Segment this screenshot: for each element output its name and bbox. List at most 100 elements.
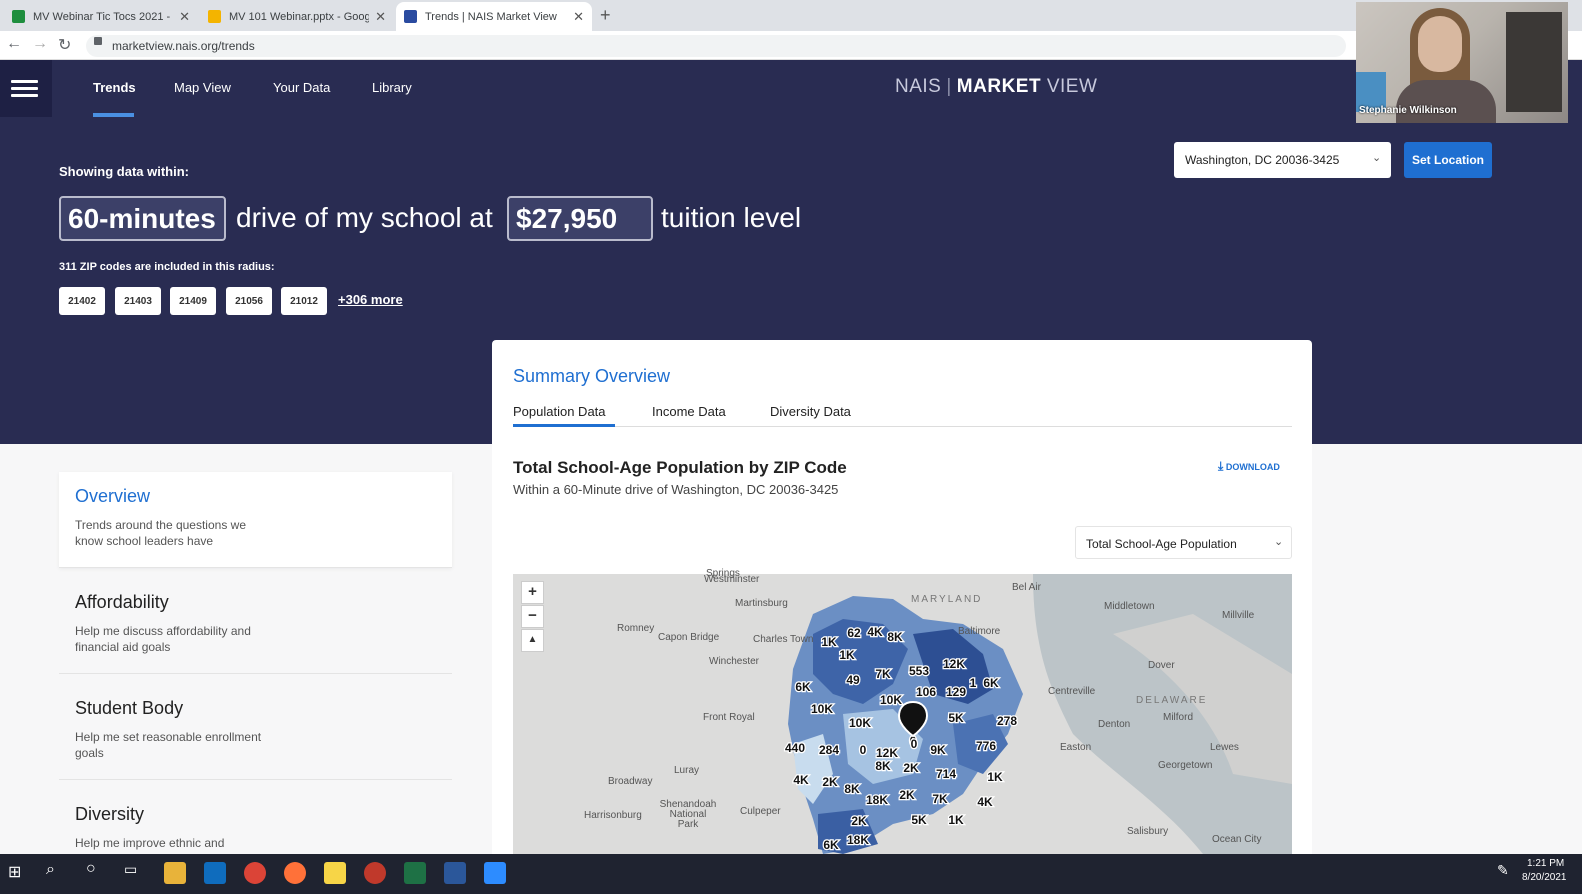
showing-label: Showing data within:	[59, 164, 189, 179]
windows-start-icon[interactable]: ⊞	[8, 862, 21, 882]
zip-count: 311 ZIP codes are included in this radiu…	[59, 261, 275, 273]
close-icon[interactable]: ✕	[179, 9, 190, 25]
back-icon[interactable]: ←	[6, 35, 22, 53]
tab-divider	[513, 426, 1292, 427]
download-label: DOWNLOAD	[1225, 462, 1280, 472]
firefox-icon[interactable]	[284, 862, 306, 884]
sidebar-item-student-body[interactable]: Student Body Help me set reasonable enro…	[59, 684, 452, 780]
zip-value-label: 8K	[887, 630, 903, 644]
sidebar-item-title: Student Body	[75, 698, 184, 718]
tuition-input[interactable]: $27,950	[507, 196, 653, 241]
reset-north-button[interactable]: ▲	[521, 629, 544, 652]
zip-value-label: 1K	[839, 648, 855, 662]
outlook-icon[interactable]	[204, 862, 226, 884]
cortana-icon[interactable]: ○	[86, 860, 96, 878]
tab-title: MV Webinar Tic Tocs 2021 - Goo	[33, 10, 173, 23]
chevron-down-icon: ⌄	[1372, 152, 1382, 164]
zip-chip: 21409	[170, 287, 216, 315]
forward-icon[interactable]: →	[32, 35, 48, 53]
place-label: Centreville	[1048, 686, 1096, 697]
reload-icon[interactable]: ↻	[58, 35, 71, 55]
zip-value-label: 106	[916, 685, 936, 699]
place-label: Salisbury	[1127, 826, 1169, 837]
sidebar-item-overview[interactable]: Overview Trends around the questions we …	[59, 472, 452, 568]
location-select[interactable]: Washington, DC 20036-3425	[1174, 142, 1391, 178]
tab-population-data[interactable]: Population Data	[513, 404, 606, 419]
hamburger-icon-bar	[11, 94, 38, 97]
download-button[interactable]: ⤓ DOWNLOAD	[1218, 459, 1280, 474]
place-label: Front Royal	[703, 712, 755, 723]
zoom-out-button[interactable]: −	[521, 605, 544, 628]
search-icon[interactable]: ⌕	[46, 861, 55, 879]
pen-icon[interactable]: ✎	[1497, 862, 1509, 879]
browser-tab-sheets[interactable]: MV Webinar Tic Tocs 2021 - Goo ✕	[4, 2, 198, 31]
metric-select[interactable]: Total School-Age Population	[1075, 526, 1292, 559]
zip-value-label: 49	[846, 673, 860, 687]
place-label: Bel Air	[1012, 582, 1041, 593]
nav-trends[interactable]: Trends	[93, 80, 136, 95]
place-label: Lewes	[1210, 742, 1239, 753]
clock-date: 8/20/2021	[1522, 872, 1567, 883]
zip-chip: 21012	[281, 287, 327, 315]
browser-tab-slides[interactable]: MV 101 Webinar.pptx - Google S ✕	[200, 2, 394, 31]
task-view-icon[interactable]: ▭	[124, 861, 137, 878]
zip-value-label: 440	[785, 741, 805, 755]
sidebar-item-affordability[interactable]: Affordability Help me discuss affordabil…	[59, 578, 452, 674]
menu-button[interactable]	[0, 60, 52, 117]
word-icon[interactable]	[444, 862, 466, 884]
zip-value-label: 714	[936, 767, 956, 781]
sentence-mid: drive of my school at	[236, 202, 493, 233]
zip-value-label: 2K	[903, 761, 919, 775]
sticky-notes-icon[interactable]	[324, 862, 346, 884]
brand-logo: NAIS | MARKET VIEW	[895, 76, 1097, 98]
nav-your-data[interactable]: Your Data	[273, 80, 330, 95]
zip-value-label: 6K	[795, 680, 811, 694]
tab-active-indicator	[513, 424, 615, 427]
webcam-face	[1418, 16, 1462, 72]
file-explorer-icon[interactable]	[164, 862, 186, 884]
zip-value-label: 0	[911, 737, 918, 751]
excel-icon[interactable]	[404, 862, 426, 884]
zoom-in-button[interactable]: +	[521, 581, 544, 604]
zip-value-label: 129	[946, 685, 966, 699]
zip-value-label: 8K	[875, 759, 891, 773]
place-label: Capon Bridge	[658, 632, 720, 643]
place-label: Denton	[1098, 719, 1131, 730]
drive-time-select[interactable]: 60-minutes	[59, 196, 226, 241]
chrome-icon[interactable]	[244, 862, 266, 884]
browser-tab-trends[interactable]: Trends | NAIS Market View ✕	[396, 2, 592, 31]
sidebar-item-desc: Help me discuss affordability and financ…	[75, 624, 251, 654]
zip-value-label: 1	[970, 676, 977, 690]
zip-value-label: 2K	[851, 814, 867, 828]
slides-icon	[208, 10, 221, 23]
sidebar-item-title: Diversity	[75, 804, 145, 824]
zip-value-label: 1K	[821, 635, 837, 649]
zip-value-label: 62	[847, 626, 861, 640]
tab-title: MV 101 Webinar.pptx - Google S	[229, 10, 370, 23]
zip-value-label: 18K	[866, 793, 888, 807]
zip-value-label: 4K	[977, 795, 993, 809]
close-icon[interactable]: ✕	[573, 9, 584, 25]
set-location-button[interactable]: Set Location	[1404, 142, 1492, 178]
sidebar-item-title: Affordability	[75, 592, 169, 612]
place-label: Baltimore	[958, 626, 1001, 637]
more-zips-link[interactable]: +306 more	[338, 292, 403, 307]
nav-library[interactable]: Library	[372, 80, 412, 95]
chevron-down-icon: ⌄	[1274, 536, 1284, 548]
zip-chip: 21056	[226, 287, 272, 315]
new-tab-button[interactable]: +	[600, 5, 611, 26]
url-input[interactable]: marketview.nais.org/trends	[86, 35, 1346, 57]
clock-time: 1:21 PM	[1527, 858, 1565, 869]
place-label: Springs	[706, 568, 740, 579]
zip-value-label: 5K	[911, 813, 927, 827]
sidebar-item-title: Overview	[75, 486, 151, 506]
zoom-icon[interactable]	[484, 862, 506, 884]
zip-value-label: 278	[997, 714, 1017, 728]
tab-diversity-data[interactable]: Diversity Data	[770, 404, 851, 419]
close-icon[interactable]: ✕	[375, 9, 386, 25]
nav-map-view[interactable]: Map View	[174, 80, 231, 95]
app-icon[interactable]	[364, 862, 386, 884]
zip-value-label: 4K	[793, 773, 809, 787]
chart-title: Total School-Age Population by ZIP Code	[513, 458, 847, 477]
tab-income-data[interactable]: Income Data	[652, 404, 726, 419]
